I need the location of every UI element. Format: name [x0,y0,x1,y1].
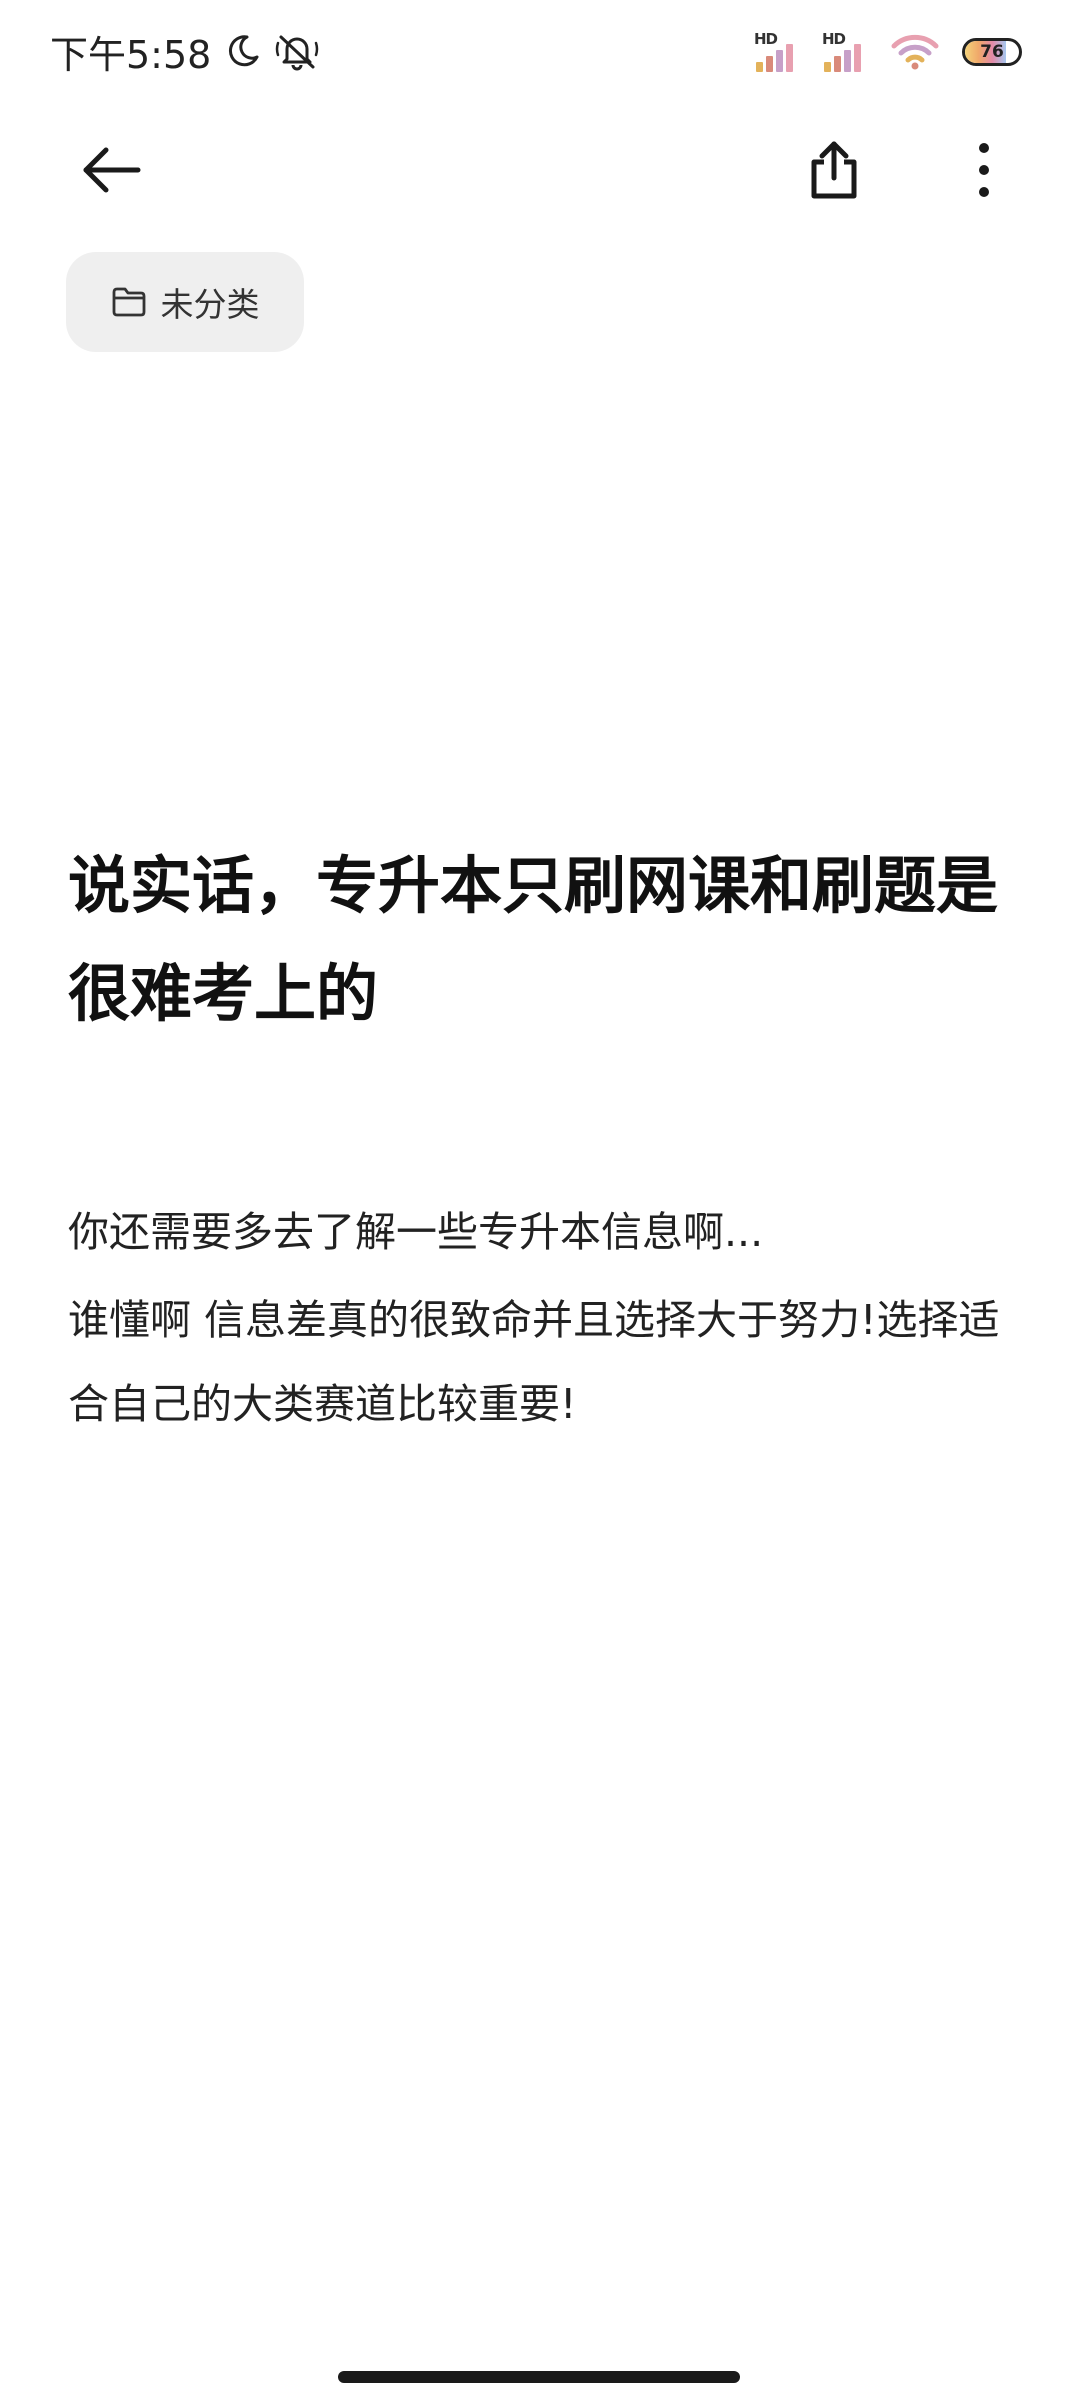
signal-icon: HD [754,30,800,74]
note-paragraph: 谁懂啊 信息差真的很致命并且选择大于努力!选择适合自己的大类赛道比较重要! [68,1296,1000,1428]
share-icon [806,140,862,200]
folder-chip[interactable]: 未分类 [66,252,304,352]
note-toolbar [0,120,1080,220]
moon-icon [225,33,261,69]
battery-level: 76 [980,42,1004,62]
more-vertical-icon [974,142,994,198]
folder-label: 未分类 [160,285,260,324]
note-title[interactable]: 说实话，专升本只刷网课和刷题是很难考上的 [68,832,1028,1048]
home-indicator[interactable] [338,2371,740,2383]
wifi-icon [890,32,940,72]
status-right: HD HD 76 [754,28,1022,76]
bell-off-icon [275,31,319,71]
note-body[interactable]: 你还需要多去了解一些专升本信息啊... 谁懂啊 信息差真的很致命并且选择大于努力… [68,1190,1018,1450]
status-bar: 下午5:58 HD HD 76 [0,0,1080,100]
more-options-button[interactable] [934,120,1034,220]
back-button[interactable] [62,120,162,220]
share-button[interactable] [784,120,884,220]
note-paragraph: 你还需要多去了解一些专升本信息啊... [68,1208,764,1256]
folder-icon [111,286,147,318]
signal-icon: HD [822,30,868,74]
status-left: 下午5:58 [50,24,319,78]
note-detail-screen: 下午5:58 HD HD 76 未分类 说实话，专升本只刷网课和刷题是很难考上的… [0,0,1080,2400]
arrow-left-icon [80,146,144,194]
status-time: 下午5:58 [50,32,212,77]
battery-icon: 76 [962,38,1022,66]
